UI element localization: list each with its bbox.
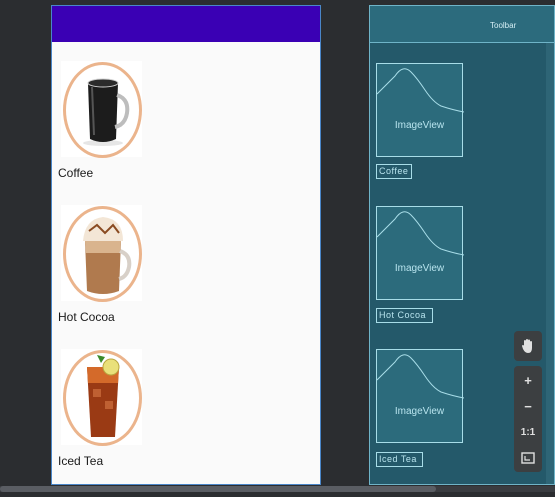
blueprint-textview-hot-cocoa[interactable]: Hot Cocoa (376, 308, 433, 323)
blueprint-vertical-scrollbar[interactable] (546, 43, 554, 484)
blueprint-toolbar[interactable]: Toolbar (370, 6, 554, 43)
hot-cocoa-image (83, 217, 132, 294)
imageview-label: ImageView (394, 263, 445, 274)
iced-tea-image (87, 355, 120, 437)
blueprint-textview-iced-tea[interactable]: Iced Tea (376, 452, 423, 467)
imageview-label: ImageView (394, 406, 445, 417)
fit-screen-icon[interactable] (514, 445, 542, 471)
actual-size-button[interactable]: 1:1 (514, 419, 542, 445)
item-label: Coffee (58, 166, 94, 180)
blueprint-imageview-hot-cocoa[interactable]: ImageView (376, 206, 464, 300)
item-label: Iced Tea (58, 454, 104, 468)
imageview-placeholder-icon (377, 354, 464, 399)
zoom-controls: + − 1:1 (514, 366, 542, 472)
coffee-image-view[interactable] (61, 61, 142, 158)
app-toolbar[interactable] (52, 6, 320, 42)
horizontal-scrollbar-thumb[interactable] (0, 486, 436, 492)
imageview-placeholder-icon (377, 68, 464, 113)
toolbar-label: Toolbar (490, 21, 517, 30)
pan-control[interactable] (514, 331, 542, 361)
zoom-in-button[interactable]: + (514, 367, 542, 393)
zoom-out-button[interactable]: − (514, 393, 542, 419)
imageview-placeholder-icon (377, 211, 464, 256)
item-label: Hot Cocoa (58, 310, 115, 324)
iced-tea-image-view[interactable] (61, 349, 142, 446)
coffee-mug-image (83, 78, 130, 146)
blueprint-imageview-iced-tea[interactable]: ImageView (376, 349, 464, 443)
hand-icon[interactable] (514, 333, 542, 359)
blueprint-textview-coffee[interactable]: Coffee (376, 164, 412, 179)
design-surface[interactable]: Coffee Hot Cocoa Iced Tea (51, 5, 321, 485)
hot-cocoa-image-view[interactable] (61, 205, 142, 302)
blueprint-imageview-coffee[interactable]: ImageView (376, 63, 464, 157)
imageview-label: ImageView (394, 120, 445, 131)
